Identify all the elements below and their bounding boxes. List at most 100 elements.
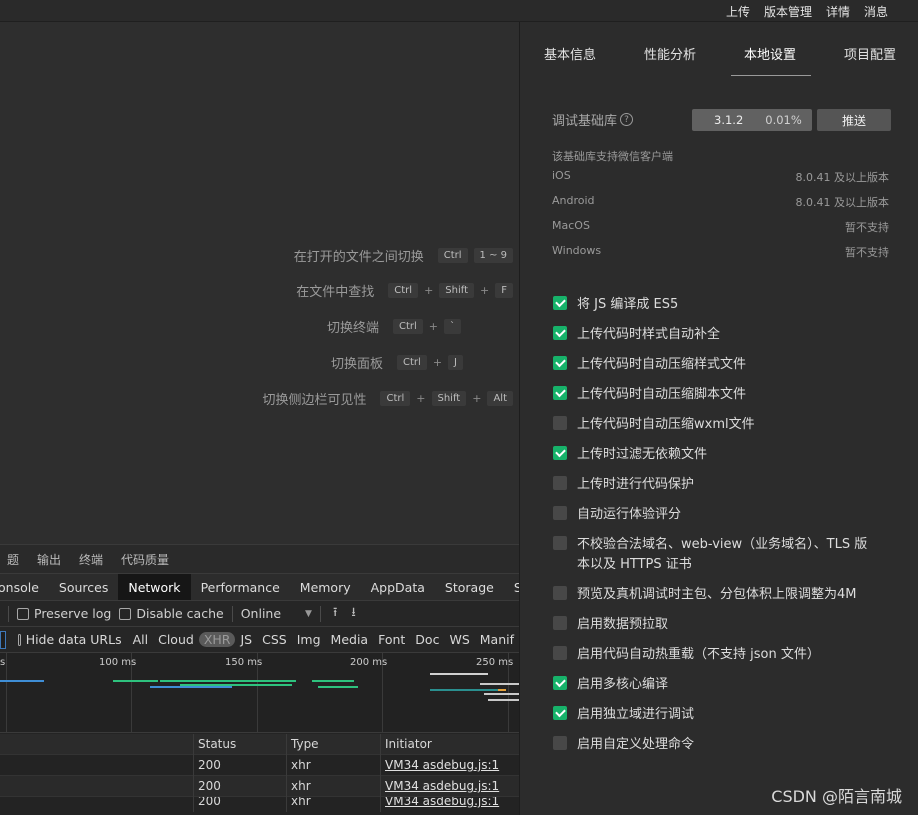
option-code-protection[interactable]: 上传时进行代码保护 xyxy=(553,475,872,495)
checkbox-box[interactable] xyxy=(119,607,132,620)
checkbox-unchecked[interactable] xyxy=(553,646,567,660)
checkbox-checked[interactable] xyxy=(553,446,567,460)
panel-tab-output[interactable]: 输出 xyxy=(26,551,72,568)
tab-console[interactable]: onsole xyxy=(0,574,49,600)
filter-cloud[interactable]: Cloud xyxy=(153,632,199,647)
option-label: 上传时进行代码保护 xyxy=(577,477,695,492)
network-timeline[interactable]: s 100 ms 150 ms 200 ms 250 ms xyxy=(0,653,519,733)
disable-cache-checkbox[interactable]: Disable cache xyxy=(119,606,224,621)
filter-ws[interactable]: WS xyxy=(444,632,474,647)
push-button[interactable]: 推送 xyxy=(817,109,891,131)
initiator-link[interactable]: VM34 asdebug.js:1 xyxy=(380,797,519,812)
export-har-icon[interactable]: ⭳ xyxy=(351,603,355,624)
import-har-icon[interactable]: ⭱ xyxy=(333,603,337,624)
preserve-log-label: Preserve log xyxy=(34,606,112,621)
initiator-link[interactable]: VM34 asdebug.js:1 xyxy=(380,776,519,797)
option-label: 将 JS 编译成 ES5 xyxy=(577,297,679,312)
tab-network[interactable]: Network xyxy=(118,574,191,600)
option-minify-scripts[interactable]: 上传代码时自动压缩脚本文件 xyxy=(553,385,872,405)
menu-version-management[interactable]: 版本管理 xyxy=(764,3,812,20)
caret-down-icon: ▼ xyxy=(305,608,312,619)
preserve-log-checkbox[interactable]: Preserve log xyxy=(17,606,111,621)
timeline-bar xyxy=(150,686,232,688)
network-table: Status Type Initiator 200 xhr VM34 asdeb… xyxy=(0,734,519,815)
tab-storage[interactable]: Storage xyxy=(435,574,504,600)
option-style-autocomplete[interactable]: 上传代码时样式自动补全 xyxy=(553,325,872,345)
tab-security[interactable]: Security xyxy=(504,574,519,600)
option-compile-es5[interactable]: 将 JS 编译成 ES5 xyxy=(553,295,872,315)
option-label: 启用数据预拉取 xyxy=(577,617,669,632)
checkbox-checked[interactable] xyxy=(553,326,567,340)
tab-appdata[interactable]: AppData xyxy=(361,574,435,600)
tab-basic-info[interactable]: 基本信息 xyxy=(544,44,596,63)
checkbox-checked[interactable] xyxy=(553,676,567,690)
option-minify-wxml[interactable]: 上传代码时自动压缩wxml文件 xyxy=(553,415,872,435)
menu-messages[interactable]: 消息 xyxy=(864,3,888,20)
timeline-bar xyxy=(480,683,519,685)
column-header-type[interactable]: Type xyxy=(286,734,380,755)
panel-tab-terminal[interactable]: 终端 xyxy=(68,551,114,568)
filter-js[interactable]: JS xyxy=(235,632,257,647)
checkbox-unchecked[interactable] xyxy=(553,416,567,430)
timeline-tick: 250 ms xyxy=(476,657,514,668)
filter-xhr[interactable]: XHR xyxy=(198,632,236,647)
option-label: 预览及真机调试时主包、分包体积上限调整为4M xyxy=(577,587,857,602)
table-row[interactable]: 200 xhr VM34 asdebug.js:1 xyxy=(0,755,519,776)
menu-upload[interactable]: 上传 xyxy=(726,3,750,20)
tab-memory[interactable]: Memory xyxy=(290,574,361,600)
hide-data-urls-checkbox[interactable] xyxy=(17,633,21,646)
checkbox-unchecked[interactable] xyxy=(553,586,567,600)
option-custom-commands[interactable]: 启用自定义处理命令 xyxy=(553,735,872,755)
platform-row: MacOS 暂不支持 xyxy=(552,219,889,239)
filter-doc[interactable]: Doc xyxy=(410,632,444,647)
option-hot-reload[interactable]: 启用代码自动热重载（不支持 json 文件） xyxy=(553,645,872,665)
filter-img[interactable]: Img xyxy=(292,632,326,647)
checkbox-checked[interactable] xyxy=(553,356,567,370)
help-icon[interactable]: ? xyxy=(620,113,634,126)
key-cap: 1 ~ 9 xyxy=(473,247,513,263)
panel-tab-code-quality[interactable]: 代码质量 xyxy=(110,551,180,568)
key-cap: Ctrl xyxy=(388,282,419,298)
option-filter-unused-files[interactable]: 上传时过滤无依赖文件 xyxy=(553,445,872,465)
filter-media[interactable]: Media xyxy=(326,632,374,647)
throttle-select[interactable]: Online ▼ xyxy=(241,606,312,621)
filter-font[interactable]: Font xyxy=(373,632,410,647)
key-cap: Ctrl xyxy=(437,247,468,263)
option-minify-styles[interactable]: 上传代码时自动压缩样式文件 xyxy=(553,355,872,375)
tab-performance[interactable]: Performance xyxy=(191,574,290,600)
option-auto-experience-score[interactable]: 自动运行体验评分 xyxy=(553,505,872,525)
option-independent-domain-debug[interactable]: 启用独立域进行调试 xyxy=(553,705,872,725)
table-row[interactable]: 200 xhr VM34 asdebug.js:1 xyxy=(0,776,519,797)
filter-all[interactable]: All xyxy=(128,632,154,647)
tab-performance-analysis[interactable]: 性能分析 xyxy=(644,44,696,63)
column-header-status[interactable]: Status xyxy=(193,734,286,755)
filter-manifest[interactable]: Manif xyxy=(475,632,519,647)
key-cap: Ctrl xyxy=(392,318,423,334)
filter-input[interactable] xyxy=(0,630,6,649)
tab-local-settings[interactable]: 本地设置 xyxy=(744,44,796,63)
checkbox-checked[interactable] xyxy=(553,296,567,310)
tab-sources[interactable]: Sources xyxy=(49,574,118,600)
table-row[interactable]: 200 xhr VM34 asdebug.js:1 xyxy=(0,797,519,815)
type-cell: xhr xyxy=(286,797,380,812)
checkbox-checked[interactable] xyxy=(553,386,567,400)
option-package-size-4m[interactable]: 预览及真机调试时主包、分包体积上限调整为4M xyxy=(553,585,872,605)
checkbox-unchecked[interactable] xyxy=(553,506,567,520)
tab-project-config[interactable]: 项目配置 xyxy=(844,44,896,63)
checkbox-box[interactable] xyxy=(17,607,29,620)
option-multicore-compile[interactable]: 启用多核心编译 xyxy=(553,675,872,695)
checkbox-unchecked[interactable] xyxy=(553,476,567,490)
timeline-tick: s xyxy=(0,657,6,668)
checkbox-unchecked[interactable] xyxy=(553,616,567,630)
initiator-link[interactable]: VM34 asdebug.js:1 xyxy=(380,755,519,776)
menu-details[interactable]: 详情 xyxy=(826,3,850,20)
checkbox-unchecked[interactable] xyxy=(553,536,567,550)
checkbox-unchecked[interactable] xyxy=(553,736,567,750)
lib-version-select[interactable]: 3.1.2 0.01% xyxy=(692,109,812,131)
column-header-initiator[interactable]: Initiator xyxy=(380,734,519,755)
top-menu: 上传 版本管理 详情 消息 xyxy=(726,0,888,22)
filter-css[interactable]: CSS xyxy=(257,632,292,647)
option-data-prefetch[interactable]: 启用数据预拉取 xyxy=(553,615,872,635)
checkbox-checked[interactable] xyxy=(553,706,567,720)
option-skip-domain-check[interactable]: 不校验合法域名、web-view（业务域名）、TLS 版本以及 HTTPS 证书 xyxy=(553,535,872,575)
